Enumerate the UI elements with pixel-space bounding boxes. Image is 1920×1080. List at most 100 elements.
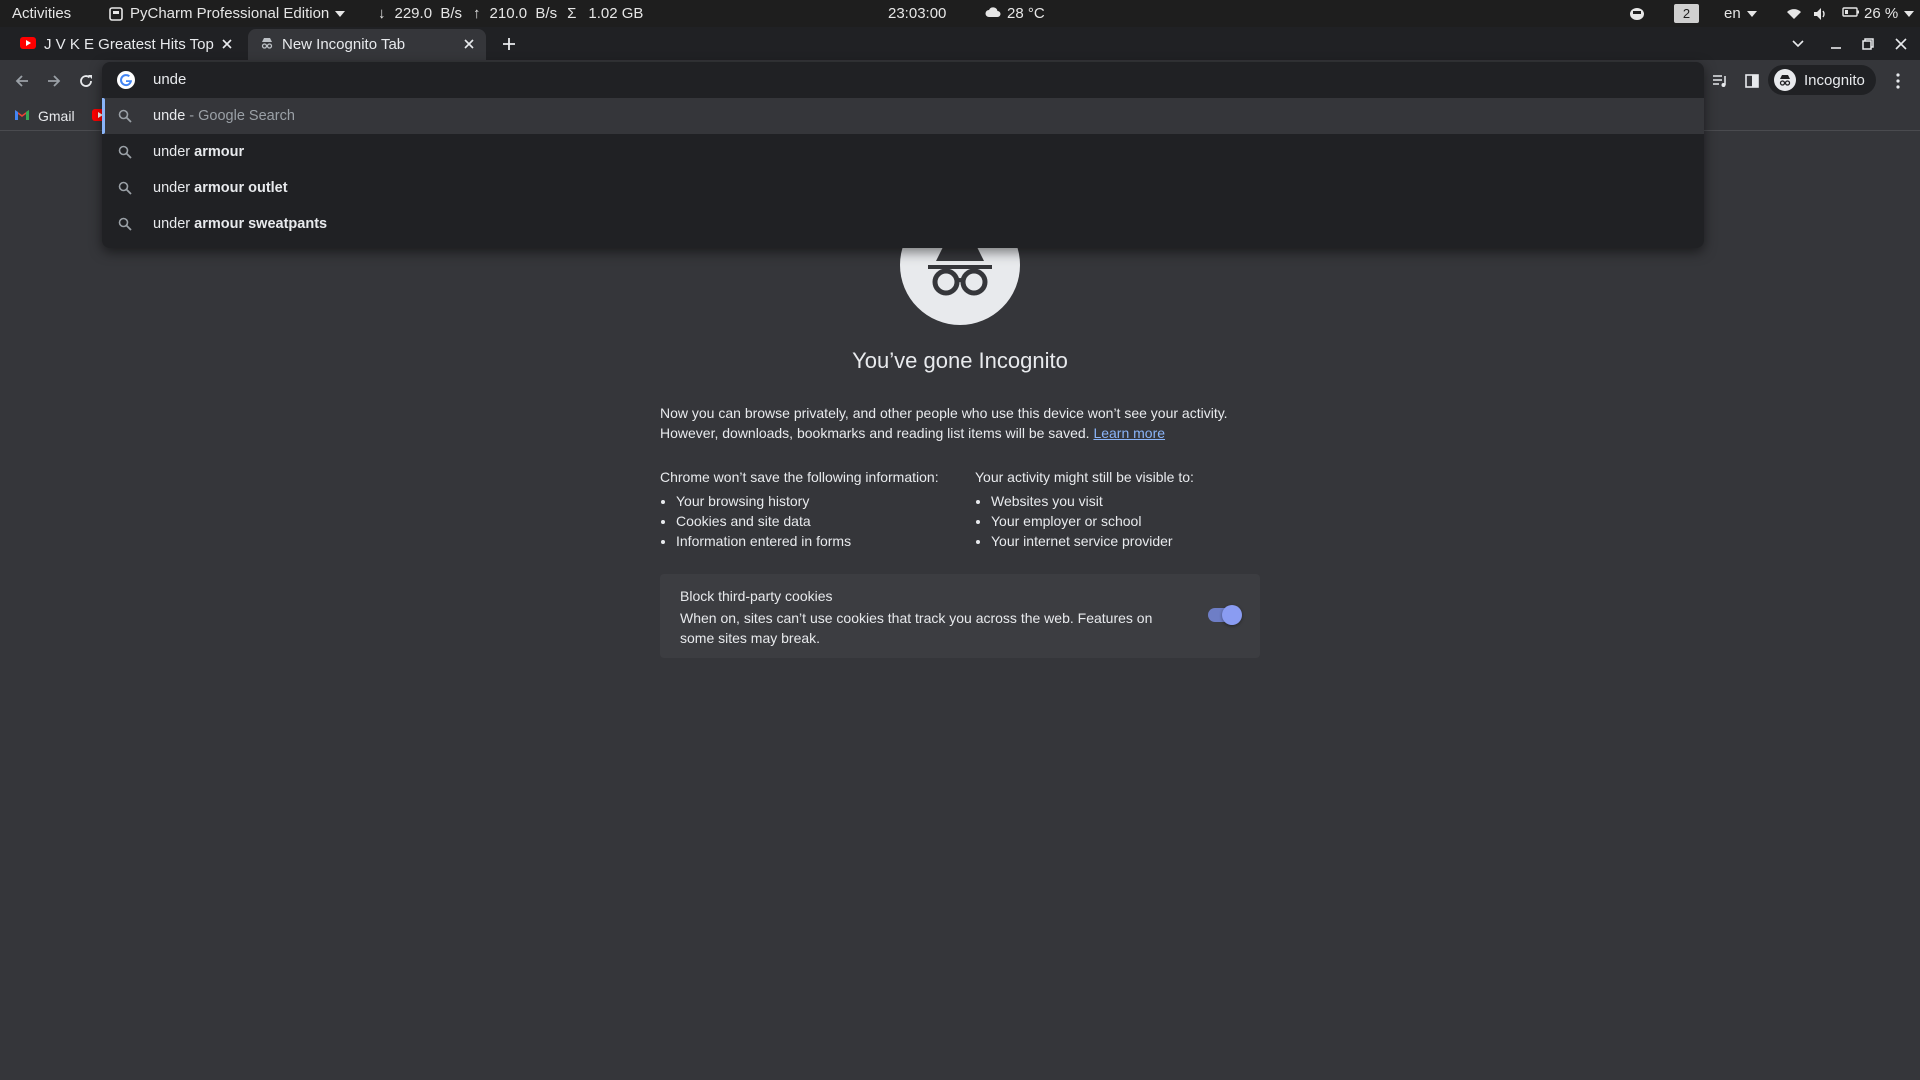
weather-label: 28 °C xyxy=(1007,5,1045,22)
chevron-down-icon xyxy=(1904,10,1915,17)
sigma-icon: Σ xyxy=(567,5,577,22)
weather-indicator[interactable]: 28 °C xyxy=(985,0,1045,27)
workspace-number: 2 xyxy=(1674,4,1699,23)
pycharm-icon xyxy=(108,6,124,22)
list-item: Information entered in forms xyxy=(676,531,970,551)
search-icon xyxy=(118,145,132,159)
side-panel-icon xyxy=(1745,74,1759,88)
description-line-1: Now you can browse privately, and other … xyxy=(660,405,1228,421)
list-item: Your employer or school xyxy=(991,511,1265,531)
arrow-left-icon xyxy=(15,75,28,87)
arrow-right-icon xyxy=(48,75,61,87)
suggestion-typed: under xyxy=(153,144,195,160)
activities-label: Activities xyxy=(12,5,72,22)
workspace-indicator[interactable]: 2 xyxy=(1674,0,1699,27)
not-saved-section: Chrome won’t save the following informat… xyxy=(660,467,970,551)
suggestion-item[interactable]: under armour sweatpants xyxy=(102,206,1704,242)
back-button[interactable] xyxy=(8,67,36,95)
profile-button[interactable]: Incognito xyxy=(1768,65,1876,95)
search-icon xyxy=(118,109,132,123)
app-menu[interactable]: PyCharm Professional Edition xyxy=(108,0,346,27)
google-icon xyxy=(117,71,135,89)
activities-button[interactable]: Activities xyxy=(12,0,71,27)
language-menu[interactable]: en xyxy=(1724,0,1757,27)
block-cookies-toggle[interactable] xyxy=(1208,605,1242,625)
playlist-icon xyxy=(1713,75,1726,87)
suggestion-typed: under xyxy=(153,180,195,196)
arrow-down-icon: ↓ xyxy=(378,5,386,22)
suggestion-suffix: - Google Search xyxy=(185,108,295,124)
battery-icon xyxy=(1842,5,1860,22)
search-icon xyxy=(118,217,132,231)
bookmark-gmail[interactable]: Gmail xyxy=(14,104,75,128)
omnibox-dropdown: unde unde - Google Search under armour u… xyxy=(102,62,1704,248)
suggestion-item[interactable]: under armour outlet xyxy=(102,170,1704,206)
suggestion-item[interactable]: unde - Google Search xyxy=(102,98,1704,134)
suggestion-typed: under xyxy=(153,216,195,232)
suggestion-text: under armour sweatpants xyxy=(153,216,327,232)
tab-search-button[interactable] xyxy=(1786,32,1810,56)
cloud-icon xyxy=(985,5,1001,22)
battery-label: 26 % xyxy=(1864,5,1899,22)
app-name: PyCharm Professional Edition xyxy=(130,5,330,22)
address-input[interactable]: unde xyxy=(153,71,186,88)
system-top-bar: Activities PyCharm Professional Edition … xyxy=(0,0,1920,27)
list-item: Cookies and site data xyxy=(676,511,970,531)
profile-label: Incognito xyxy=(1804,71,1865,89)
wifi-icon[interactable] xyxy=(1786,0,1802,27)
net-speed-indicator[interactable]: ↓ 229.0 B/s ↑ 210.0 B/s Σ 1.02 GB xyxy=(378,0,643,27)
plus-icon xyxy=(503,38,515,50)
close-icon xyxy=(1895,38,1907,50)
minimize-button[interactable] xyxy=(1824,32,1848,56)
net-total: 1.02 GB xyxy=(588,5,644,22)
tab-title: J V K E Greatest Hits Top xyxy=(44,36,214,53)
net-up: 210.0 B/s xyxy=(489,5,558,22)
tab-new-incognito[interactable]: New Incognito Tab xyxy=(248,29,486,60)
suggestion-text: under armour outlet xyxy=(153,180,288,196)
youtube-icon xyxy=(20,36,36,53)
new-tab-button[interactable] xyxy=(497,32,521,56)
forward-button[interactable] xyxy=(40,67,68,95)
tab-youtube[interactable]: J V K E Greatest Hits Top xyxy=(12,29,244,60)
close-icon[interactable] xyxy=(218,35,236,53)
close-window-button[interactable] xyxy=(1889,32,1913,56)
battery-indicator[interactable]: 26 % xyxy=(1842,0,1915,27)
restore-icon xyxy=(1862,38,1874,50)
minimize-icon xyxy=(1831,47,1841,49)
cup-icon[interactable] xyxy=(1628,0,1646,27)
suggestion-text: under armour xyxy=(153,144,244,160)
suggestion-text: unde - Google Search xyxy=(153,108,295,124)
reading-list-button[interactable] xyxy=(1706,67,1734,95)
visible-to-section: Your activity might still be visible to:… xyxy=(975,467,1265,551)
search-icon xyxy=(118,181,132,195)
tab-title: New Incognito Tab xyxy=(282,36,406,53)
toggle-knob xyxy=(1222,605,1242,625)
chevron-down-icon xyxy=(335,10,346,17)
close-icon[interactable] xyxy=(460,35,478,53)
bookmark-label: Gmail xyxy=(38,108,75,124)
menu-button[interactable] xyxy=(1884,67,1912,95)
suggestion-completion: armour xyxy=(194,144,245,160)
clock-label: 23:03:00 xyxy=(888,5,947,22)
cookies-description: When on, sites can’t use cookies that tr… xyxy=(680,610,1153,646)
language-label: en xyxy=(1724,5,1741,22)
clock[interactable]: 23:03:00 xyxy=(888,0,946,27)
list-item: Your internet service provider xyxy=(991,531,1265,551)
kebab-menu-icon xyxy=(1896,73,1900,89)
reload-button[interactable] xyxy=(72,67,100,95)
incognito-avatar-icon xyxy=(1774,69,1796,91)
suggestion-completion: armour outlet xyxy=(194,180,288,196)
restore-button[interactable] xyxy=(1856,32,1880,56)
not-saved-list: Your browsing history Cookies and site d… xyxy=(660,491,970,551)
side-panel-button[interactable] xyxy=(1738,67,1766,95)
address-bar[interactable]: unde xyxy=(102,62,1704,98)
suggestion-item[interactable]: under armour xyxy=(102,134,1704,170)
chevron-down-icon xyxy=(1746,10,1757,17)
volume-icon[interactable] xyxy=(1812,0,1828,27)
learn-more-link[interactable]: Learn more xyxy=(1093,425,1165,441)
not-saved-heading: Chrome won’t save the following informat… xyxy=(660,469,939,485)
list-item: Your browsing history xyxy=(676,491,970,511)
visible-to-list: Websites you visit Your employer or scho… xyxy=(975,491,1265,551)
cookie-controls-card: Block third-party cookies When on, sites… xyxy=(660,574,1260,658)
incognito-icon xyxy=(260,36,274,54)
